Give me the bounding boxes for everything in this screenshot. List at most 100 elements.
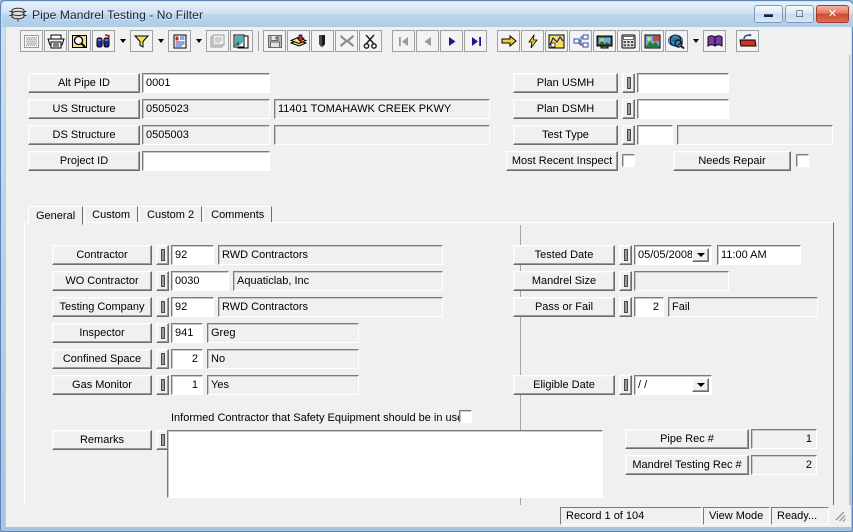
us-structure-input[interactable]: 0505023 bbox=[142, 99, 270, 119]
tested-date-combo[interactable]: 05/05/2008 bbox=[634, 245, 712, 265]
test-type-label-button[interactable]: Test Type bbox=[513, 125, 618, 145]
pass-or-fail-picker-button[interactable] bbox=[619, 297, 632, 317]
testing-company-code-input[interactable]: 92 bbox=[171, 297, 214, 317]
eligible-date-label-button[interactable]: Eligible Date bbox=[513, 375, 615, 395]
inspector-label-button[interactable]: Inspector bbox=[52, 323, 152, 343]
plan-dsmh-label-button[interactable]: Plan DSMH bbox=[513, 99, 618, 119]
wo-contractor-code-input[interactable]: 0030 bbox=[171, 271, 229, 291]
alt-pipe-id-label-button[interactable]: Alt Pipe ID bbox=[28, 73, 140, 93]
us-structure-label-button[interactable]: US Structure bbox=[28, 99, 140, 119]
search-magnifier-icon[interactable] bbox=[68, 30, 91, 52]
contractor-code-input[interactable]: 92 bbox=[171, 245, 214, 265]
mandrel-size-label-button[interactable]: Mandrel Size bbox=[513, 271, 615, 291]
confined-space-code-input[interactable]: 2 bbox=[171, 349, 203, 369]
exit-door-icon[interactable] bbox=[736, 30, 759, 52]
tab-custom-2[interactable]: Custom 2 bbox=[139, 206, 203, 223]
tab-comments[interactable]: Comments bbox=[203, 206, 273, 223]
needs-repair-label-button[interactable]: Needs Repair bbox=[673, 151, 791, 171]
project-id-label-button[interactable]: Project ID bbox=[28, 151, 140, 171]
maximize-button[interactable]: ☐ bbox=[785, 5, 814, 23]
tested-time-input[interactable]: 11:00 AM bbox=[717, 245, 801, 265]
pass-or-fail-code-input[interactable]: 2 bbox=[634, 297, 664, 317]
nav-last-icon[interactable] bbox=[464, 30, 487, 52]
plan-dsmh-input[interactable] bbox=[637, 99, 729, 119]
safety-equipment-checkbox[interactable] bbox=[459, 410, 472, 423]
mandrel-rec-label-button[interactable]: Mandrel Testing Rec # bbox=[625, 455, 749, 475]
cut-scissors-icon[interactable] bbox=[359, 30, 382, 52]
most-recent-inspect-checkbox[interactable] bbox=[622, 154, 635, 167]
binoculars-find-icon[interactable] bbox=[92, 30, 115, 52]
gas-monitor-picker-button[interactable] bbox=[156, 375, 169, 395]
eligible-date-combo[interactable]: / / bbox=[634, 375, 712, 395]
edit-pencil-icon[interactable] bbox=[311, 30, 334, 52]
confined-space-picker-button[interactable] bbox=[156, 349, 169, 369]
eligible-date-picker-button[interactable] bbox=[619, 375, 632, 395]
mandrel-size-picker-button[interactable] bbox=[619, 271, 632, 291]
test-type-picker-button[interactable] bbox=[622, 125, 635, 145]
nav-first-icon[interactable] bbox=[392, 30, 415, 52]
wo-contractor-picker-button[interactable] bbox=[156, 271, 169, 291]
chevron-down-icon-report[interactable] bbox=[192, 30, 205, 52]
pipe-rec-label-button[interactable]: Pipe Rec # bbox=[625, 429, 749, 449]
help-book-icon[interactable] bbox=[703, 30, 726, 52]
contractor-label-button[interactable]: Contractor bbox=[52, 245, 152, 265]
remarks-textarea[interactable] bbox=[167, 430, 603, 498]
chevron-down-icon-filter[interactable] bbox=[154, 30, 167, 52]
tested-date-label-button[interactable]: Tested Date bbox=[513, 245, 615, 265]
lightning-icon[interactable] bbox=[521, 30, 544, 52]
inspector-picker-button[interactable] bbox=[156, 323, 169, 343]
ds-structure-label-button[interactable]: DS Structure bbox=[28, 125, 140, 145]
close-button[interactable]: ✕ bbox=[816, 5, 849, 23]
chevron-down-icon-gis[interactable] bbox=[689, 30, 702, 52]
goto-arrow-icon[interactable] bbox=[497, 30, 520, 52]
tab-custom[interactable]: Custom bbox=[84, 206, 139, 223]
add-record-icon[interactable] bbox=[287, 30, 310, 52]
needs-repair-checkbox[interactable] bbox=[796, 154, 809, 167]
plan-usmh-picker-button[interactable] bbox=[622, 73, 635, 93]
eligible-date-dropdown-icon[interactable] bbox=[692, 378, 709, 392]
globe-search-icon[interactable] bbox=[665, 30, 688, 52]
map-view-icon[interactable] bbox=[545, 30, 568, 52]
save-disk-icon[interactable] bbox=[263, 30, 286, 52]
nav-prev-icon[interactable] bbox=[416, 30, 439, 52]
image-view-icon[interactable] bbox=[641, 30, 664, 52]
filter-funnel-icon[interactable] bbox=[130, 30, 153, 52]
contractor-picker-button[interactable] bbox=[156, 245, 169, 265]
title-bar[interactable]: Pipe Mandrel Testing - No Filter ▬ ☐ ✕ bbox=[2, 2, 853, 27]
nav-next-icon[interactable] bbox=[440, 30, 463, 52]
print-icon[interactable] bbox=[44, 30, 67, 52]
video-monitor-icon[interactable] bbox=[593, 30, 616, 52]
calculator-icon[interactable] bbox=[617, 30, 640, 52]
delete-x-icon[interactable] bbox=[335, 30, 358, 52]
tree-view-icon[interactable] bbox=[569, 30, 592, 52]
gas-monitor-label-button[interactable]: Gas Monitor bbox=[52, 375, 152, 395]
wo-contractor-label-button[interactable]: WO Contractor bbox=[52, 271, 152, 291]
inspector-code-input[interactable]: 941 bbox=[171, 323, 203, 343]
confined-space-label-button[interactable]: Confined Space bbox=[52, 349, 152, 369]
tested-date-picker-button[interactable] bbox=[619, 245, 632, 265]
mandrel-size-input[interactable] bbox=[634, 271, 729, 291]
remarks-label-button[interactable]: Remarks bbox=[52, 430, 152, 450]
most-recent-inspect-label-button[interactable]: Most Recent Inspect bbox=[506, 151, 618, 171]
minimize-button[interactable]: ▬ bbox=[754, 5, 783, 23]
ds-structure-input[interactable]: 0505003 bbox=[142, 125, 270, 145]
properties-icon[interactable] bbox=[206, 30, 229, 52]
alt-pipe-id-input[interactable]: 0001 bbox=[142, 73, 270, 93]
testing-company-description: RWD Contractors bbox=[218, 297, 443, 317]
project-id-input[interactable] bbox=[142, 151, 270, 171]
testing-company-label-button[interactable]: Testing Company bbox=[52, 297, 152, 317]
tested-date-dropdown-icon[interactable] bbox=[692, 248, 709, 262]
print-preview-grid-icon[interactable] bbox=[20, 30, 43, 52]
plan-dsmh-picker-button[interactable] bbox=[622, 99, 635, 119]
pass-or-fail-label-button[interactable]: Pass or Fail bbox=[513, 297, 615, 317]
tab-general[interactable]: General bbox=[28, 206, 84, 225]
chevron-down-icon-find[interactable] bbox=[116, 30, 129, 52]
report-document-icon[interactable] bbox=[168, 30, 191, 52]
copy-pages-icon[interactable] bbox=[230, 30, 253, 52]
test-type-code-input[interactable] bbox=[637, 125, 673, 145]
plan-usmh-input[interactable] bbox=[637, 73, 729, 93]
gas-monitor-code-input[interactable]: 1 bbox=[171, 375, 203, 395]
testing-company-picker-button[interactable] bbox=[156, 297, 169, 317]
plan-usmh-label-button[interactable]: Plan USMH bbox=[513, 73, 618, 93]
resize-grip-icon[interactable] bbox=[833, 509, 847, 523]
